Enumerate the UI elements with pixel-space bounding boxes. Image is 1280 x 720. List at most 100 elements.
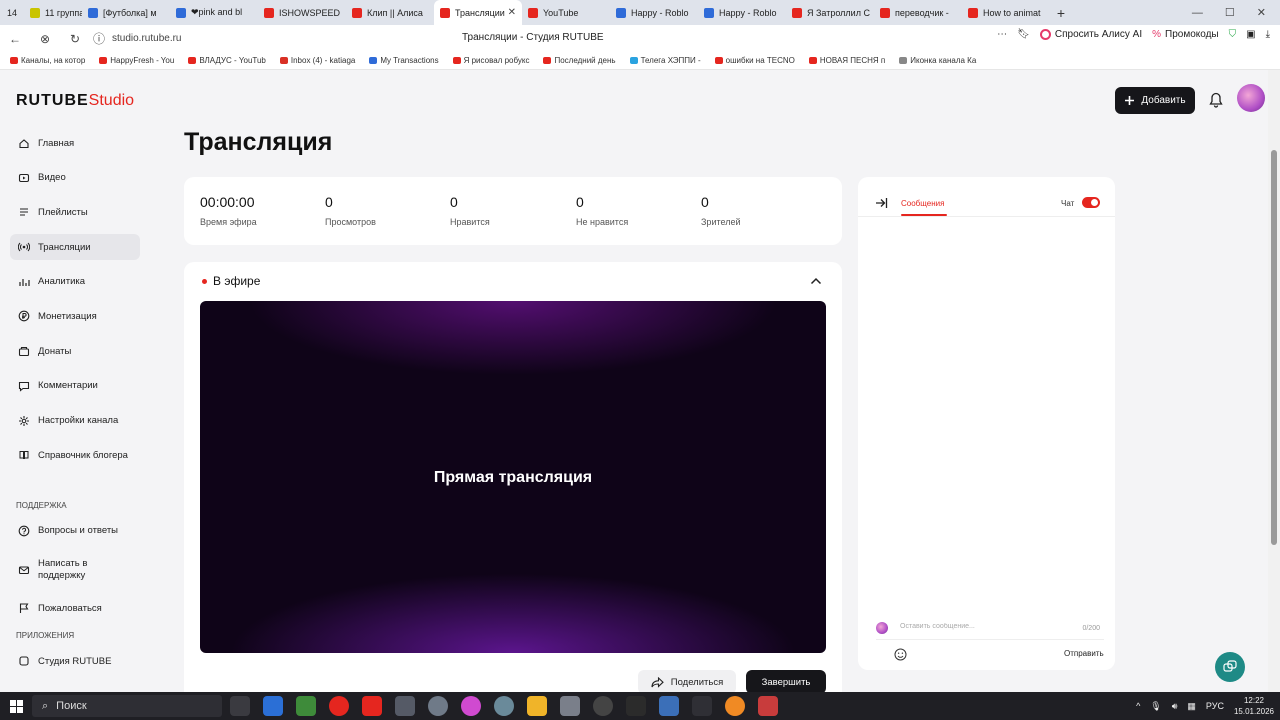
volume-icon[interactable]: 🔊︎ <box>1172 701 1178 712</box>
more-icon[interactable]: ⋯ <box>997 29 1007 40</box>
yandex-icon[interactable] <box>362 696 382 716</box>
back-icon[interactable]: ← <box>0 32 30 46</box>
tray-chevron-icon[interactable]: ^ <box>1136 701 1140 711</box>
protect-icon[interactable]: ⛉ <box>1229 29 1237 40</box>
app-icon[interactable] <box>593 696 613 716</box>
send-button[interactable]: Отправить <box>1064 649 1104 658</box>
folder-icon[interactable] <box>527 696 547 716</box>
clock[interactable]: 12:22 15.01.2026 <box>1234 695 1274 717</box>
browser-tab[interactable]: [Футболка] м <box>82 0 170 25</box>
minecraft-icon[interactable] <box>296 696 316 716</box>
sidebar-item[interactable]: Настройки канала <box>10 408 140 434</box>
sidebar-item[interactable]: Студия RUTUBE <box>10 648 140 674</box>
app-icon[interactable] <box>263 696 283 716</box>
app-icon[interactable] <box>560 696 580 716</box>
chat-message-input[interactable] <box>900 623 1070 630</box>
sidebar-item[interactable]: Комментарии <box>10 373 140 399</box>
url-field[interactable]: studio.rutube.ru <box>112 33 182 44</box>
close-tab-icon[interactable]: ✕ <box>508 7 516 18</box>
sidebar-item[interactable]: Аналитика <box>10 269 140 295</box>
shield-icon[interactable]: ⊗ <box>30 32 60 46</box>
app-icon[interactable] <box>626 696 646 716</box>
new-tab-icon[interactable]: + <box>1050 5 1072 21</box>
microphone-icon[interactable]: 🎙︎ <box>1150 701 1161 712</box>
browser-tab[interactable]: 11 группа 1 <box>24 0 82 25</box>
browser-tab[interactable]: Я Затроллил С <box>786 0 874 25</box>
ask-alisa-button[interactable]: Спросить Алису AI <box>1039 29 1142 40</box>
collections-icon[interactable]: ▣ <box>1246 29 1255 40</box>
bookmark-item[interactable]: Я рисовал робукс <box>452 56 529 65</box>
bookmark-item[interactable]: Иконка канала Ка <box>899 56 976 65</box>
sidebar-item[interactable]: Трансляции <box>10 234 140 261</box>
app-icon[interactable] <box>692 696 712 716</box>
minimize-icon[interactable]: — <box>1192 7 1203 19</box>
browser-tab[interactable]: переводчик - <box>874 0 962 25</box>
bookmark-item[interactable]: ошибки на TECNO <box>714 56 795 65</box>
sidebar-item[interactable]: Пожаловаться <box>10 595 140 621</box>
sidebar-item[interactable]: Справочник блогера <box>10 442 140 468</box>
browser-tab[interactable]: Happy - Roblo <box>698 0 786 25</box>
sidebar-item[interactable]: Написать в поддержку <box>10 553 140 587</box>
app-icon[interactable] <box>494 696 514 716</box>
taskbar-search[interactable]: ⌕ Поиск <box>32 695 222 717</box>
chevron-up-icon[interactable] <box>810 276 822 286</box>
browser-tab[interactable]: Трансляции ✕ <box>434 0 522 25</box>
sidebar-item[interactable]: Донаты <box>10 338 140 364</box>
download-icon[interactable]: ⤓ <box>1266 29 1270 40</box>
bookmark-item[interactable]: Телега ХЭППИ - <box>629 56 701 65</box>
sidebar-item[interactable]: Главная <box>10 130 140 156</box>
app-icon[interactable] <box>725 696 745 716</box>
yandex-browser-icon[interactable] <box>329 696 349 716</box>
app-icon[interactable] <box>395 696 415 716</box>
promo-button[interactable]: % Промокоды <box>1152 29 1219 40</box>
bookmark-item[interactable]: ВЛАДУС - YouTub <box>188 56 266 65</box>
site-info-icon[interactable]: ⓘ <box>90 30 108 47</box>
browser-tab[interactable]: Happy - Roblo <box>610 0 698 25</box>
bookmark-item[interactable]: Последний день <box>543 56 616 65</box>
network-icon[interactable]: ▦ <box>1187 701 1196 712</box>
browser-tab[interactable]: ISHOWSPEED <box>258 0 346 25</box>
bookmark-item[interactable]: Каналы, на котор <box>10 56 85 65</box>
page-scrollbar[interactable] <box>1268 70 1280 692</box>
sidebar-item[interactable]: Вопросы и ответы <box>10 518 140 544</box>
maximize-icon[interactable]: ☐ <box>1225 6 1235 19</box>
bookmark-icon[interactable]: 🔖︎ <box>1017 29 1030 40</box>
chat-toggle[interactable] <box>1082 197 1100 208</box>
task-view-icon[interactable] <box>230 696 250 716</box>
browser-tab[interactable]: 14 <box>0 0 24 25</box>
chat-char-counter: 0/200 <box>1082 625 1100 632</box>
add-button[interactable]: Добавить <box>1115 87 1195 114</box>
app-icon[interactable] <box>659 696 679 716</box>
app-icon[interactable] <box>758 696 778 716</box>
video-player[interactable]: Прямая трансляция <box>200 301 826 653</box>
app-icon[interactable] <box>428 696 448 716</box>
reload-icon[interactable]: ↻ <box>60 32 90 46</box>
sidebar-item[interactable]: Видео <box>10 165 140 191</box>
browser-tab[interactable]: ❤pink and bl <box>170 0 258 25</box>
browser-tab[interactable]: YouTube <box>522 0 610 25</box>
sidebar-item[interactable]: Монетизация <box>10 303 140 329</box>
emoji-icon[interactable] <box>894 648 907 661</box>
bookmark-item[interactable]: НОВАЯ ПЕСНЯ п <box>808 56 885 65</box>
browser-tab[interactable]: How to animat <box>962 0 1050 25</box>
language-indicator[interactable]: РУС <box>1206 701 1224 711</box>
tab-messages[interactable]: Сообщения <box>901 199 944 208</box>
bookmark-item[interactable]: Inbox (4) - katiaga <box>279 56 355 65</box>
scroll-thumb[interactable] <box>1271 150 1277 545</box>
end-stream-button[interactable]: Завершить <box>746 670 826 694</box>
bookmark-item[interactable]: HappyFresh - You <box>99 56 174 65</box>
help-chat-button[interactable] <box>1215 652 1245 682</box>
sidebar-item[interactable]: Плейлисты <box>10 199 140 225</box>
browser-tab-bar: 14 11 группа 1 [Футболка] м ❤pink and bl ISH… <box>0 0 1280 25</box>
close-window-icon[interactable]: ✕ <box>1257 6 1266 19</box>
bell-icon[interactable] <box>1209 92 1223 108</box>
bookmark-item[interactable]: My Transactions <box>369 56 439 65</box>
user-avatar[interactable] <box>1237 84 1265 112</box>
collapse-chat-icon[interactable] <box>874 196 888 210</box>
share-button[interactable]: Поделиться <box>638 670 736 694</box>
app-icon[interactable] <box>461 696 481 716</box>
browser-tab[interactable]: Клип || Алиса <box>346 0 434 25</box>
windows-start-icon[interactable] <box>0 692 32 720</box>
rutube-studio-logo[interactable]: RUTUBEStudio <box>16 92 134 110</box>
flag-icon <box>17 601 31 615</box>
